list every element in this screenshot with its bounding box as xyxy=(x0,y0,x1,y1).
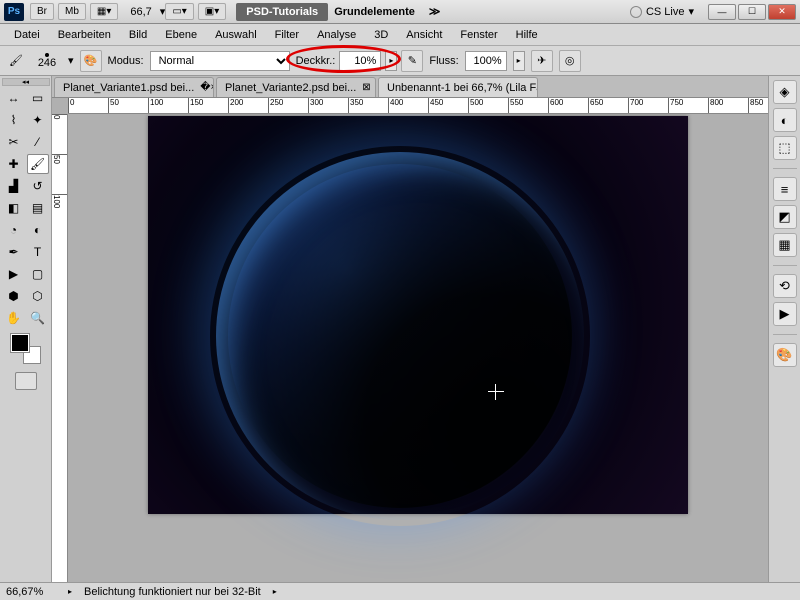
chevron-down-icon[interactable]: ▾ xyxy=(688,5,694,18)
document-tabs: Planet_Variante1.psd bei...�× Planet_Var… xyxy=(52,76,768,98)
app-logo: Ps xyxy=(4,3,24,21)
options-bar: 🖌 246 ▾ 🎨 Modus: Normal Deckkr.: ▸ ✎ Flu… xyxy=(0,46,800,76)
menubar: Datei Bearbeiten Bild Ebene Auswahl Filt… xyxy=(0,24,800,46)
chevron-right-icon[interactable]: ▸ xyxy=(269,587,281,596)
eraser-tool[interactable]: ◧ xyxy=(3,198,25,218)
zoom-tool[interactable]: 🔍 xyxy=(27,308,49,328)
actions-panel-icon[interactable]: ▶ xyxy=(773,302,797,326)
cslive-icon xyxy=(630,6,642,18)
flow-label: Fluss: xyxy=(429,55,458,67)
menu-analyse[interactable]: Analyse xyxy=(309,26,364,44)
opacity-flyout[interactable]: ▸ xyxy=(385,51,397,71)
menu-datei[interactable]: Datei xyxy=(6,26,48,44)
path-select-tool[interactable]: ▶ xyxy=(3,264,25,284)
ruler-horizontal[interactable]: 0501001502002503003504004505005506006507… xyxy=(68,98,768,114)
lasso-tool[interactable]: ⌇ xyxy=(3,110,25,130)
menu-auswahl[interactable]: Auswahl xyxy=(207,26,265,44)
styles-panel-icon[interactable]: ▦ xyxy=(773,233,797,257)
menu-ebene[interactable]: Ebene xyxy=(157,26,205,44)
status-info: Belichtung funktioniert nur bei 32-Bit xyxy=(84,586,261,598)
screenmode-button[interactable]: ▣▾ xyxy=(198,3,226,20)
arrange-button[interactable]: ▭▾ xyxy=(165,3,193,20)
eyedropper-tool[interactable]: ⁄ xyxy=(27,132,49,152)
close-button[interactable]: ✕ xyxy=(768,4,796,20)
menu-ansicht[interactable]: Ansicht xyxy=(398,26,450,44)
menu-fenster[interactable]: Fenster xyxy=(452,26,505,44)
brush-tool-icon[interactable]: 🖌 xyxy=(6,51,26,71)
right-dock: ◈ ◐ ⬚ ≡ ◩ ▦ ⟲ ▶ 🎨 xyxy=(768,76,800,582)
document-tab[interactable]: Planet_Variante1.psd bei...�× xyxy=(54,77,214,97)
document-tab[interactable]: Planet_Variante2.psd bei...⊠ xyxy=(216,77,376,97)
blur-tool[interactable]: ◔ xyxy=(3,220,25,240)
cslive-button[interactable]: CS Live xyxy=(646,6,685,18)
flow-input[interactable] xyxy=(465,51,507,71)
blend-mode-select[interactable]: Normal xyxy=(150,51,290,71)
document-tab[interactable]: Unbenannt-1 bei 66,7% (Lila Farbe, Ebene… xyxy=(378,77,538,97)
type-tool[interactable]: T xyxy=(27,242,49,262)
brush-tool[interactable]: 🖌 xyxy=(27,154,49,174)
pressure-opacity-toggle[interactable]: ✎ xyxy=(401,50,423,72)
titlebar: Ps Br Mb ▦▾ 66,7 ▾ ▭▾ ▣▾ PSD-Tutorials G… xyxy=(0,0,800,24)
gradient-tool[interactable]: ▤ xyxy=(27,198,49,218)
crop-tool[interactable]: ✂ xyxy=(3,132,25,152)
opacity-label: Deckkr.: xyxy=(296,55,336,67)
adjustments-panel-icon[interactable]: ≡ xyxy=(773,177,797,201)
stamp-tool[interactable]: ▟ xyxy=(3,176,25,196)
healing-tool[interactable]: ✚ xyxy=(3,154,25,174)
canvas-area[interactable] xyxy=(68,114,768,582)
brush-preset-picker[interactable]: 246 xyxy=(32,48,62,74)
pressure-size-toggle[interactable]: ◎ xyxy=(559,50,581,72)
3d-tool[interactable]: ⬢ xyxy=(3,286,25,306)
history-panel-icon[interactable]: ⟲ xyxy=(773,274,797,298)
planet-shadow xyxy=(228,164,572,508)
brush-panel-toggle[interactable]: 🎨 xyxy=(80,50,102,72)
opacity-input[interactable] xyxy=(339,51,381,71)
chevron-right-icon[interactable]: ≫ xyxy=(429,5,441,18)
move-tool[interactable]: ↔ xyxy=(3,88,25,108)
marquee-tool[interactable]: ▭ xyxy=(27,88,49,108)
statusbar: 66,67% ▸ Belichtung funktioniert nur bei… xyxy=(0,582,800,600)
shape-tool[interactable]: ▢ xyxy=(27,264,49,284)
workspace: Planet_Variante1.psd bei...�× Planet_Var… xyxy=(52,76,768,582)
menu-bearbeiten[interactable]: Bearbeiten xyxy=(50,26,119,44)
panel-collapse-button[interactable]: ◂◂ xyxy=(2,78,50,86)
dodge-tool[interactable]: ◐ xyxy=(27,220,49,240)
quick-select-tool[interactable]: ✦ xyxy=(27,110,49,130)
menu-hilfe[interactable]: Hilfe xyxy=(508,26,546,44)
menu-bild[interactable]: Bild xyxy=(121,26,155,44)
view-extras-button[interactable]: ▦▾ xyxy=(90,3,118,20)
mode-label: Modus: xyxy=(108,55,144,67)
workspace-preset-button[interactable]: PSD-Tutorials xyxy=(236,3,328,21)
ruler-vertical[interactable]: 050100 xyxy=(52,114,68,582)
pen-tool[interactable]: ✒ xyxy=(3,242,25,262)
maximize-button[interactable]: ☐ xyxy=(738,4,766,20)
status-zoom[interactable]: 66,67% xyxy=(6,586,56,598)
layers-panel-icon[interactable]: ◈ xyxy=(773,80,797,104)
close-icon[interactable]: ⊠ xyxy=(360,82,372,93)
workspace-label[interactable]: Grundelemente xyxy=(334,6,415,18)
paths-panel-icon[interactable]: ⬚ xyxy=(773,136,797,160)
history-brush-tool[interactable]: ↺ xyxy=(27,176,49,196)
airbrush-toggle[interactable]: ✈ xyxy=(531,50,553,72)
quickmask-toggle[interactable] xyxy=(15,372,37,390)
minibridge-button[interactable]: Mb xyxy=(58,3,86,20)
flow-flyout[interactable]: ▸ xyxy=(513,51,525,71)
minimize-button[interactable]: — xyxy=(708,4,736,20)
masks-panel-icon[interactable]: ◩ xyxy=(773,205,797,229)
channels-panel-icon[interactable]: ◐ xyxy=(773,108,797,132)
foreground-color[interactable] xyxy=(11,334,29,352)
tools-panel: ◂◂ ↔ ▭ ⌇ ✦ ✂ ⁄ ✚ 🖌 ▟ ↺ ◧ ▤ ◔ ◐ ✒ T ▶ ▢ ⬢… xyxy=(0,76,52,582)
color-swatches[interactable] xyxy=(11,334,41,364)
bridge-button[interactable]: Br xyxy=(30,3,54,20)
hand-tool[interactable]: ✋ xyxy=(3,308,25,328)
close-icon[interactable]: �× xyxy=(198,82,214,93)
3d-camera-tool[interactable]: ⬡ xyxy=(27,286,49,306)
document-canvas[interactable] xyxy=(148,116,688,514)
chevron-right-icon[interactable]: ▸ xyxy=(64,587,76,596)
menu-filter[interactable]: Filter xyxy=(267,26,307,44)
zoom-level[interactable]: 66,7 xyxy=(130,6,151,18)
swatches-panel-icon[interactable]: 🎨 xyxy=(773,343,797,367)
menu-3d[interactable]: 3D xyxy=(366,26,396,44)
chevron-down-icon[interactable]: ▾ xyxy=(68,54,74,67)
